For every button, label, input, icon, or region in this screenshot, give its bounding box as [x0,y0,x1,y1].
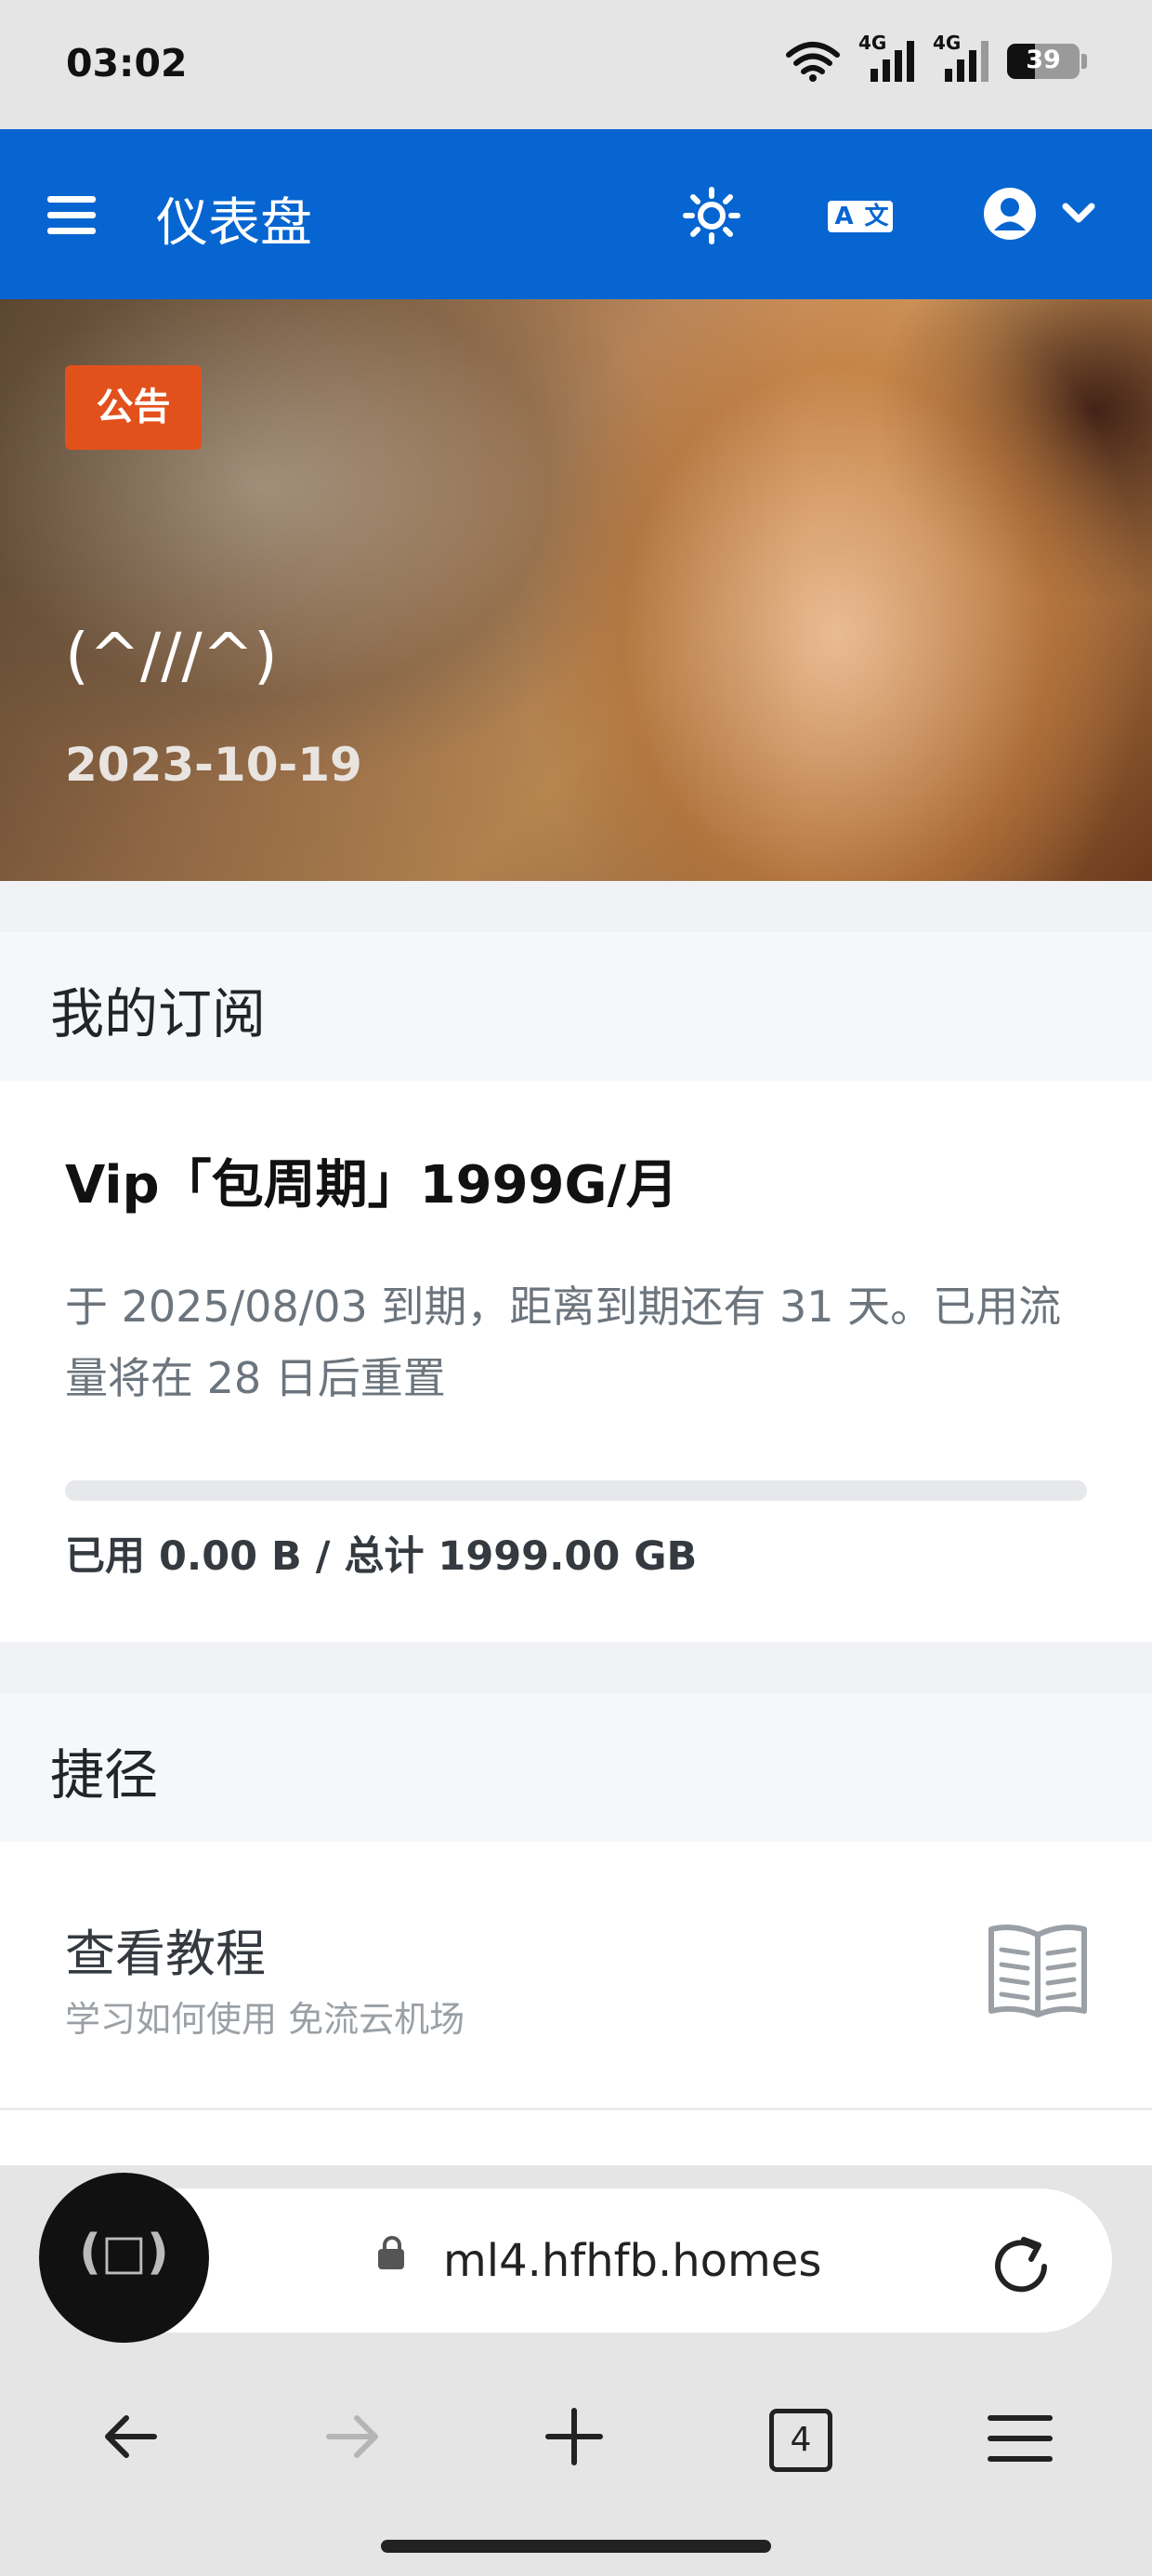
menu-icon[interactable] [47,196,96,234]
divider [0,2108,1152,2110]
battery-icon: 39 [1007,44,1080,79]
plan-description: 于 2025/08/03 到期，距离到期还有 31 天。已用流量将在 28 日后… [65,1281,1062,1403]
notice-badge: 公告 [65,365,202,450]
url-text[interactable]: ml4.hfhfb.homes [443,2235,821,2287]
shortcut-title: 查看教程 [65,1925,266,1983]
cell-signal-2-icon: 4G [933,32,988,85]
status-bar: 03:02 4G 4G 39 [0,0,1152,129]
language-icon[interactable]: A文 [828,201,893,232]
reload-icon[interactable] [987,2232,1055,2301]
subscription-card-header: 我的订阅 [0,932,1152,1081]
plan-name: Vip「包周期」1999G/月 [65,1155,678,1216]
cell-signal-1-icon: 4G [858,32,914,85]
usage-progress-bar [65,1480,1087,1501]
shortcuts-card-header: 捷径 [0,1693,1152,1842]
subscription-card-title: 我的订阅 [50,982,267,1045]
book-icon [988,1925,1087,2017]
shortcut-subtitle: 学习如何使用 免流云机场 [65,1999,465,2040]
lock-icon [378,2236,404,2269]
theme-toggle-icon[interactable] [683,187,740,244]
back-icon[interactable] [100,2407,160,2466]
new-tab-icon[interactable] [544,2407,604,2466]
tab-switcher-button[interactable]: 4 [769,2409,832,2472]
notice-banner[interactable]: 公告 (^///^) 2023-10-19 [0,299,1152,881]
battery-level: 39 [1026,46,1061,74]
app-bar: 仪表盘 A文 [0,129,1152,299]
floating-action-button[interactable]: (□) [39,2173,209,2343]
forward-icon[interactable] [323,2407,383,2466]
usage-text: 已用 0.00 B / 总计 1999.00 GB [65,1533,698,1580]
notice-title: (^///^) [65,620,278,691]
status-icons: 4G 4G 39 [786,32,1087,85]
chevron-down-icon[interactable] [1062,202,1095,226]
notice-date: 2023-10-19 [65,738,362,792]
page-title: 仪表盘 [156,193,312,254]
home-indicator[interactable] [381,2540,771,2553]
shortcuts-card-title: 捷径 [50,1743,159,1807]
menu-icon[interactable] [987,2412,1054,2464]
account-icon[interactable] [983,187,1037,241]
wifi-icon [786,42,840,82]
status-time: 03:02 [66,41,188,85]
